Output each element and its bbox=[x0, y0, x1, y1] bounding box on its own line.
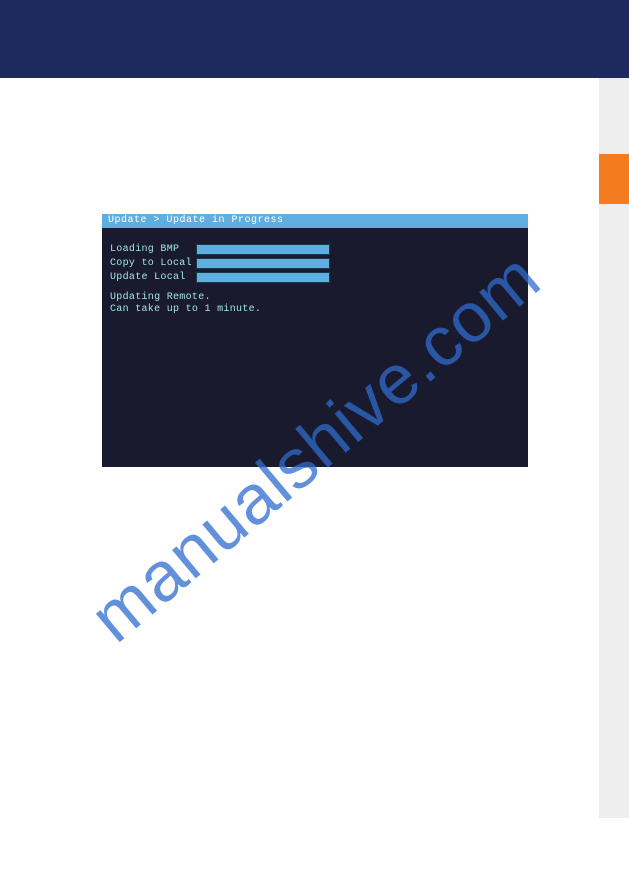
progress-bar bbox=[196, 258, 330, 269]
status-text: Updating Remote. Can take up to 1 minute… bbox=[110, 292, 520, 316]
progress-row-update-local: Update Local bbox=[110, 270, 520, 284]
progress-label: Copy to Local bbox=[110, 258, 196, 269]
section-tab bbox=[599, 154, 629, 204]
progress-bar-fill bbox=[197, 245, 329, 254]
progress-row-loading-bmp: Loading BMP bbox=[110, 242, 520, 256]
progress-label: Update Local bbox=[110, 272, 196, 283]
progress-bar bbox=[196, 272, 330, 283]
progress-label: Loading BMP bbox=[110, 244, 196, 255]
progress-row-copy-local: Copy to Local bbox=[110, 256, 520, 270]
status-line-2: Can take up to 1 minute. bbox=[110, 304, 520, 316]
screen-breadcrumb: Update > Update in Progress bbox=[102, 214, 528, 228]
top-banner bbox=[0, 0, 629, 78]
progress-bar-fill bbox=[197, 273, 329, 282]
status-line-1: Updating Remote. bbox=[110, 292, 520, 304]
screen-body: Loading BMP Copy to Local Update Local U… bbox=[102, 228, 528, 324]
firmware-update-screen: Update > Update in Progress Loading BMP … bbox=[102, 214, 528, 467]
progress-bar-fill bbox=[197, 259, 329, 268]
progress-bar bbox=[196, 244, 330, 255]
